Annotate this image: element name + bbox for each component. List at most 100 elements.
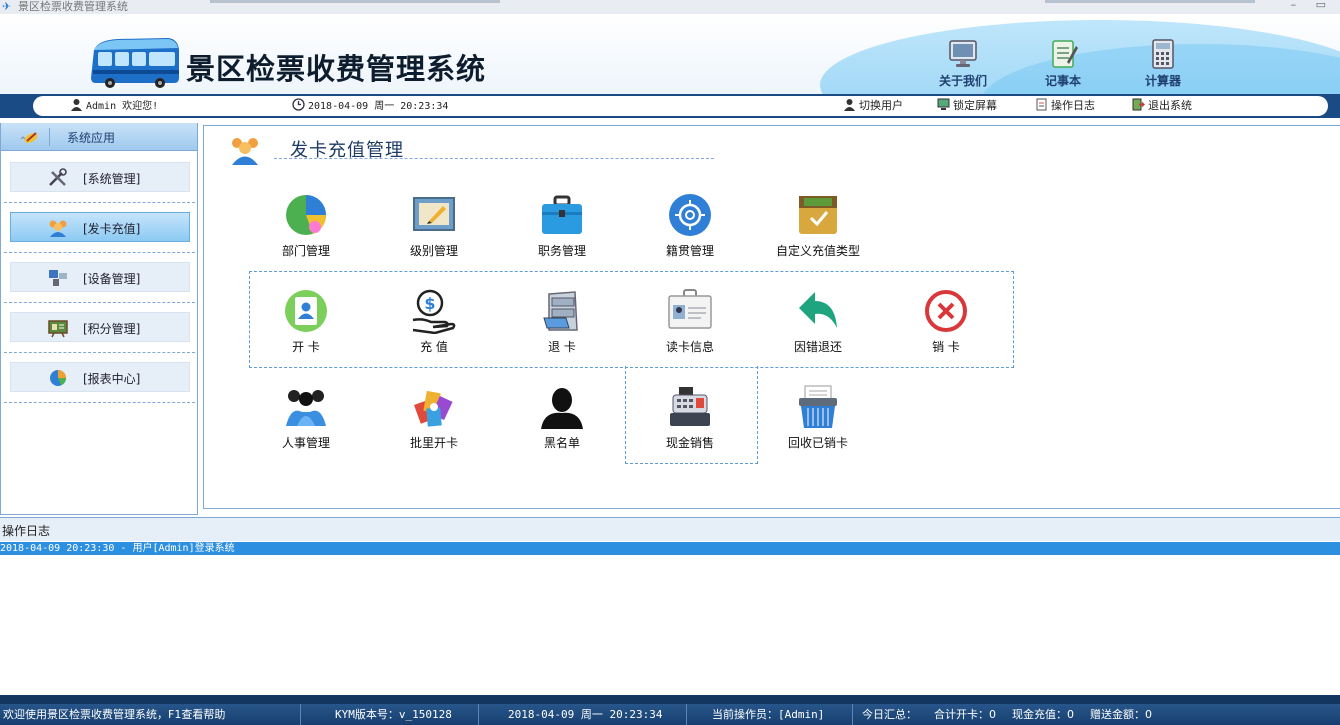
feature-label: 开 卡 — [292, 340, 320, 354]
return-card-icon — [543, 291, 578, 331]
level-icon — [413, 197, 455, 231]
main-panel: 发卡充值管理 部门管理 级别管理 职务管理 籍贯管理 自定义充值类型 开 卡 $… — [203, 125, 1340, 509]
tools-icon — [49, 168, 67, 186]
department-icon — [286, 195, 327, 235]
error-refund-button[interactable]: 因错退还 — [768, 288, 868, 355]
bus-logo-icon — [91, 38, 179, 88]
feature-label: 销 卡 — [932, 340, 960, 354]
department-management-button[interactable]: 部门管理 — [256, 192, 356, 259]
native-place-management-button[interactable]: 籍贯管理 — [640, 192, 740, 259]
nav-datetime: 2018-04-09 周一 20:23:34 — [292, 98, 448, 115]
custom-recharge-type-button[interactable]: 自定义充值类型 — [768, 192, 868, 259]
exit-system-button[interactable]: 退出系统 — [1132, 98, 1192, 114]
cash-sales-button[interactable]: 现金销售 — [640, 384, 740, 451]
window-title: 景区检票收费管理系统 — [18, 0, 128, 13]
notepad-label: 记事本 — [1044, 74, 1081, 88]
calculator-label: 计算器 — [1144, 74, 1181, 88]
blacklist-icon — [541, 388, 583, 429]
batch-card-icon — [414, 390, 453, 427]
status-datetime: 2018-04-09 周一 20:23:34 — [508, 708, 663, 721]
feature-label: 现金销售 — [665, 436, 714, 450]
sidebar-item-points-management[interactable]: [积分管理] — [10, 312, 190, 342]
operation-log-title: 操作日志 — [2, 524, 51, 538]
cancel-card-button[interactable]: 销 卡 — [896, 288, 996, 355]
sidebar-divider — [4, 302, 195, 303]
status-welcome: 欢迎使用景区检票收费管理系统，F1查看帮助 — [3, 708, 226, 721]
pie-chart-icon — [50, 370, 66, 386]
read-card-icon — [668, 289, 712, 329]
status-separator — [478, 704, 479, 725]
batch-open-card-button[interactable]: 批里开卡 — [384, 384, 484, 451]
return-card-button[interactable]: 退 卡 — [512, 288, 612, 355]
sidebar: 系统应用 [系统管理] [发卡充值] [设备管理] [积分管理] [报表中心] — [0, 123, 198, 515]
monitor-icon — [949, 40, 977, 67]
operation-log-header: 操作日志 — [0, 517, 1340, 541]
status-bar: 欢迎使用景区检票收费管理系统，F1查看帮助 KYM版本号：v_150128 20… — [0, 695, 1340, 725]
sidebar-item-label: [报表中心] — [83, 372, 141, 386]
app-title: 景区检票收费管理系统 — [186, 52, 487, 86]
sidebar-divider — [4, 252, 195, 253]
status-operator: 当前操作员：[Admin] — [712, 708, 825, 721]
pencil-icon — [20, 132, 38, 143]
recycle-cancelled-card-button[interactable]: 回收已销卡 — [768, 384, 868, 451]
status-cash-recharge: 现金充值：0 — [1012, 708, 1074, 721]
sidebar-item-label: [发卡充值] — [83, 222, 141, 236]
feature-label: 职务管理 — [537, 244, 586, 258]
level-management-button[interactable]: 级别管理 — [384, 192, 484, 259]
switch-user-button[interactable]: 切换用户 — [843, 98, 903, 114]
feature-label: 回收已销卡 — [787, 436, 848, 450]
recharge-button[interactable]: $ 充 值 — [384, 288, 484, 355]
sidebar-header-label: 系统应用 — [67, 131, 116, 145]
sidebar-header-separator — [49, 128, 50, 146]
notepad-button[interactable]: 记事本 — [1028, 38, 1098, 89]
exit-icon — [1132, 98, 1145, 111]
open-card-button[interactable]: 开 卡 — [256, 288, 356, 355]
welcome-text: Admin 欢迎您! — [70, 98, 158, 115]
about-us-button[interactable]: 关于我们 — [928, 38, 998, 89]
sidebar-divider — [4, 352, 195, 353]
title-bar-shade — [1045, 0, 1255, 3]
position-management-button[interactable]: 职务管理 — [512, 192, 612, 259]
lock-screen-button[interactable]: 锁定屏幕 — [937, 98, 997, 114]
open-card-icon — [285, 290, 327, 332]
status-separator — [686, 704, 687, 725]
sidebar-item-label: [设备管理] — [83, 272, 141, 286]
origin-icon — [669, 194, 711, 236]
calculator-button[interactable]: 计算器 — [1128, 38, 1198, 89]
sidebar-divider — [4, 402, 195, 403]
calculator-icon — [1152, 39, 1174, 69]
sidebar-item-card-recharge[interactable]: [发卡充值] — [10, 212, 190, 242]
feature-label: 读卡信息 — [665, 340, 714, 354]
window-controls[interactable]: – ▭ — [1291, 0, 1334, 11]
feature-label: 部门管理 — [281, 244, 330, 258]
switch-user-icon — [844, 99, 855, 111]
read-card-info-button[interactable]: 读卡信息 — [640, 288, 740, 355]
log-entry[interactable]: 2018-04-09 20:23:30 - 用户[Admin]登录系统 — [0, 542, 1340, 555]
status-total-cards: 合计开卡：0 — [934, 708, 996, 721]
sidebar-item-report-center[interactable]: [报表中心] — [10, 362, 190, 392]
clock-icon — [292, 98, 305, 111]
title-underline — [274, 158, 714, 159]
status-separator — [300, 704, 301, 725]
title-bar-shade — [210, 0, 500, 3]
blacklist-button[interactable]: 黑名单 — [512, 384, 612, 451]
log-entry-text: 2018-04-09 20:23:30 - 用户[Admin]登录系统 — [0, 543, 235, 554]
feature-label: 充 值 — [420, 340, 448, 354]
svg-text:$: $ — [424, 294, 435, 313]
personnel-management-button[interactable]: 人事管理 — [256, 384, 356, 451]
window-title-bar: ✈ 景区检票收费管理系统 – ▭ — [0, 0, 1340, 14]
personnel-icon — [286, 390, 326, 426]
feature-label: 级别管理 — [409, 244, 458, 258]
feature-label: 人事管理 — [281, 436, 330, 450]
briefcase-icon — [542, 195, 582, 234]
log-icon — [1036, 98, 1047, 111]
operation-log-button[interactable]: 操作日志 — [1035, 98, 1095, 114]
app-header: 景区检票收费管理系统 关于我们 记事本 计算器 — [0, 14, 1340, 94]
cash-register-icon — [670, 387, 710, 426]
sidebar-divider — [4, 202, 195, 203]
points-icon — [48, 320, 68, 338]
sidebar-item-device-management[interactable]: [设备管理] — [10, 262, 190, 292]
device-icon — [49, 270, 67, 286]
status-today-summary: 今日汇总： — [862, 708, 917, 721]
sidebar-item-system-management[interactable]: [系统管理] — [10, 162, 190, 192]
